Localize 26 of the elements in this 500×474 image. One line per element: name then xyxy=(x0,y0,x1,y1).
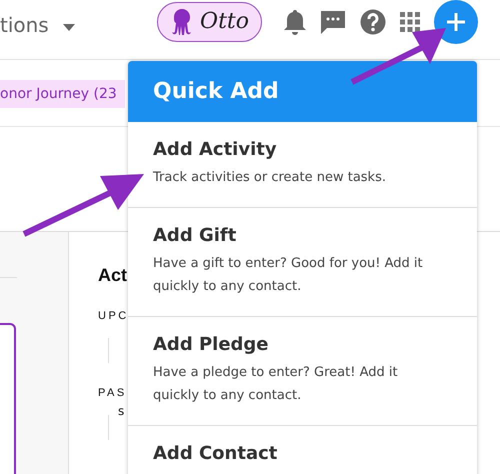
filter-tag[interactable]: onor Journey (23 xyxy=(0,80,125,108)
menu-item[interactable]: Add Contact xyxy=(128,426,477,474)
chat-icon[interactable] xyxy=(320,8,346,34)
section-label: UPC xyxy=(98,310,129,322)
apps-grid-icon[interactable] xyxy=(400,12,420,32)
section-label: PAS xyxy=(98,387,127,399)
menu-title: Quick Add xyxy=(128,61,477,122)
add-button[interactable] xyxy=(434,0,478,44)
arrow-icon xyxy=(22,172,146,238)
menu-item-title: Add Contact xyxy=(153,443,278,464)
menu-item-title: Add Gift xyxy=(153,225,238,246)
panel-title: Act xyxy=(98,265,128,286)
nav-label[interactable]: tions xyxy=(0,12,49,36)
menu-item-description: Have a pledge to enter? Great! Add it quickly to any contact. xyxy=(153,364,399,405)
assistant-button[interactable]: Otto xyxy=(157,2,262,42)
menu-item[interactable]: Add Pledge Have a pledge to enter? Great! Add it quickly to any contact. xyxy=(128,317,477,426)
help-icon[interactable] xyxy=(360,8,386,34)
caret-icon[interactable] xyxy=(62,24,75,31)
menu-item-title: Add Pledge xyxy=(153,334,270,355)
menu-item[interactable]: Add Gift Have a gift to enter? Good for you! Add it quickly to any contact. xyxy=(128,208,477,317)
bell-icon[interactable] xyxy=(284,8,306,34)
menu-item-title: Add Activity xyxy=(153,139,278,160)
text-fragment: s xyxy=(118,404,124,418)
menu-item-description: Have a gift to enter? Good for you! Add it quickly to any contact. xyxy=(153,255,424,296)
menu-item-description: Track activities or create new tasks. xyxy=(153,169,387,187)
plus-icon xyxy=(446,12,466,32)
